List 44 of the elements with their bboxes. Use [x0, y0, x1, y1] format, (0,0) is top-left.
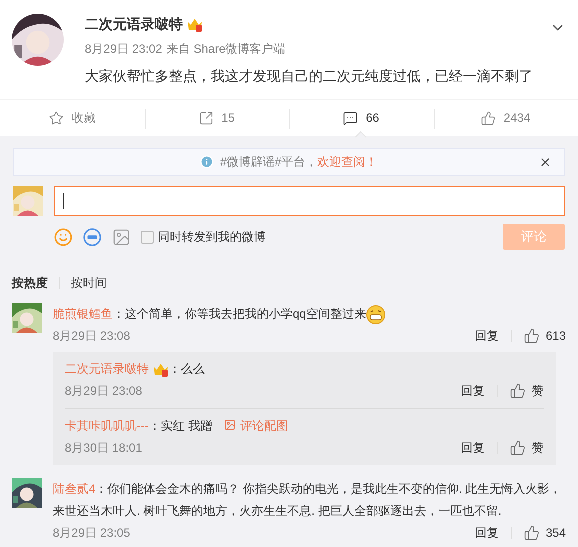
like-button[interactable]: 613 [524, 327, 566, 345]
comment-text: 卡其咔叽叽叽---：实红 我蹭 评论配图 [65, 418, 288, 435]
comment-time: 8月29日 23:05 [53, 525, 130, 542]
comment-text: 二次元语录啵特 ：么么 [65, 361, 205, 379]
thumbs-up-icon [510, 440, 526, 456]
reply-link[interactable]: 回复 [461, 382, 485, 400]
comment-text: 脆煎银鳕鱼：这个简单，你等我去把我的小学qq空间整过来 [53, 303, 386, 325]
author-name[interactable]: 二次元语录啵特 [85, 14, 183, 35]
crown-icon [153, 362, 169, 377]
image-icon [224, 419, 236, 431]
action-button[interactable]: 66 [343, 109, 380, 127]
comment-icon [343, 110, 358, 126]
reply-link[interactable]: 回复 [474, 524, 499, 542]
like-button[interactable]: 赞 [510, 439, 544, 457]
action-button[interactable]: 15 [198, 109, 235, 127]
like-button[interactable]: 354 [524, 524, 566, 542]
thumbs-up-icon [524, 328, 540, 344]
notice-text: #微博辟谣#平台，欢迎查阅！ [220, 154, 378, 171]
action-button[interactable]: 2434 [480, 109, 531, 127]
thumbs-up-icon [510, 383, 526, 399]
info-icon [200, 155, 214, 169]
image-icon[interactable] [112, 228, 131, 246]
comment-time: 8月29日 23:08 [65, 383, 142, 400]
post-source: 来自 Share微博客户端 [166, 41, 286, 58]
like-icon [480, 110, 496, 126]
post-time: 8月29日 23:02 [85, 41, 162, 58]
checkbox-label: 同时转发到我的微博 [158, 229, 266, 246]
grin-emoji-icon [366, 304, 386, 325]
action-button[interactable]: 收藏 [48, 109, 96, 127]
comment-time: 8月30日 18:01 [65, 440, 142, 457]
comment-input[interactable] [54, 186, 565, 216]
reply-link[interactable]: 回复 [461, 439, 485, 457]
thumbs-up-icon [524, 525, 540, 541]
like-button[interactable]: 赞 [510, 382, 544, 400]
comment-time: 8月29日 23:08 [53, 328, 130, 345]
star-icon [48, 110, 64, 126]
sort-tab[interactable]: 按时间 [71, 274, 107, 292]
smile-icon[interactable] [54, 228, 73, 246]
post-text: 大家伙帮忙多整点，我这才发现自己的二次元纯度过低，已经一滴不剩了 [85, 67, 533, 86]
close-icon[interactable] [539, 156, 552, 168]
sort-tab[interactable]: 按热度 [12, 274, 48, 292]
comment-text: 陆叁贰4：你们能体会金木的痛吗？ 你指尖跃动的电光，是我此生不变的信仰. 此生无悔入火影，来世还当木叶人. 树叶飞舞的地方，火亦生生不息. 把巨人全部驱逐出去，一匹也不留. [53, 481, 563, 520]
reply-link[interactable]: 回复 [474, 327, 499, 345]
share-icon [198, 110, 214, 126]
